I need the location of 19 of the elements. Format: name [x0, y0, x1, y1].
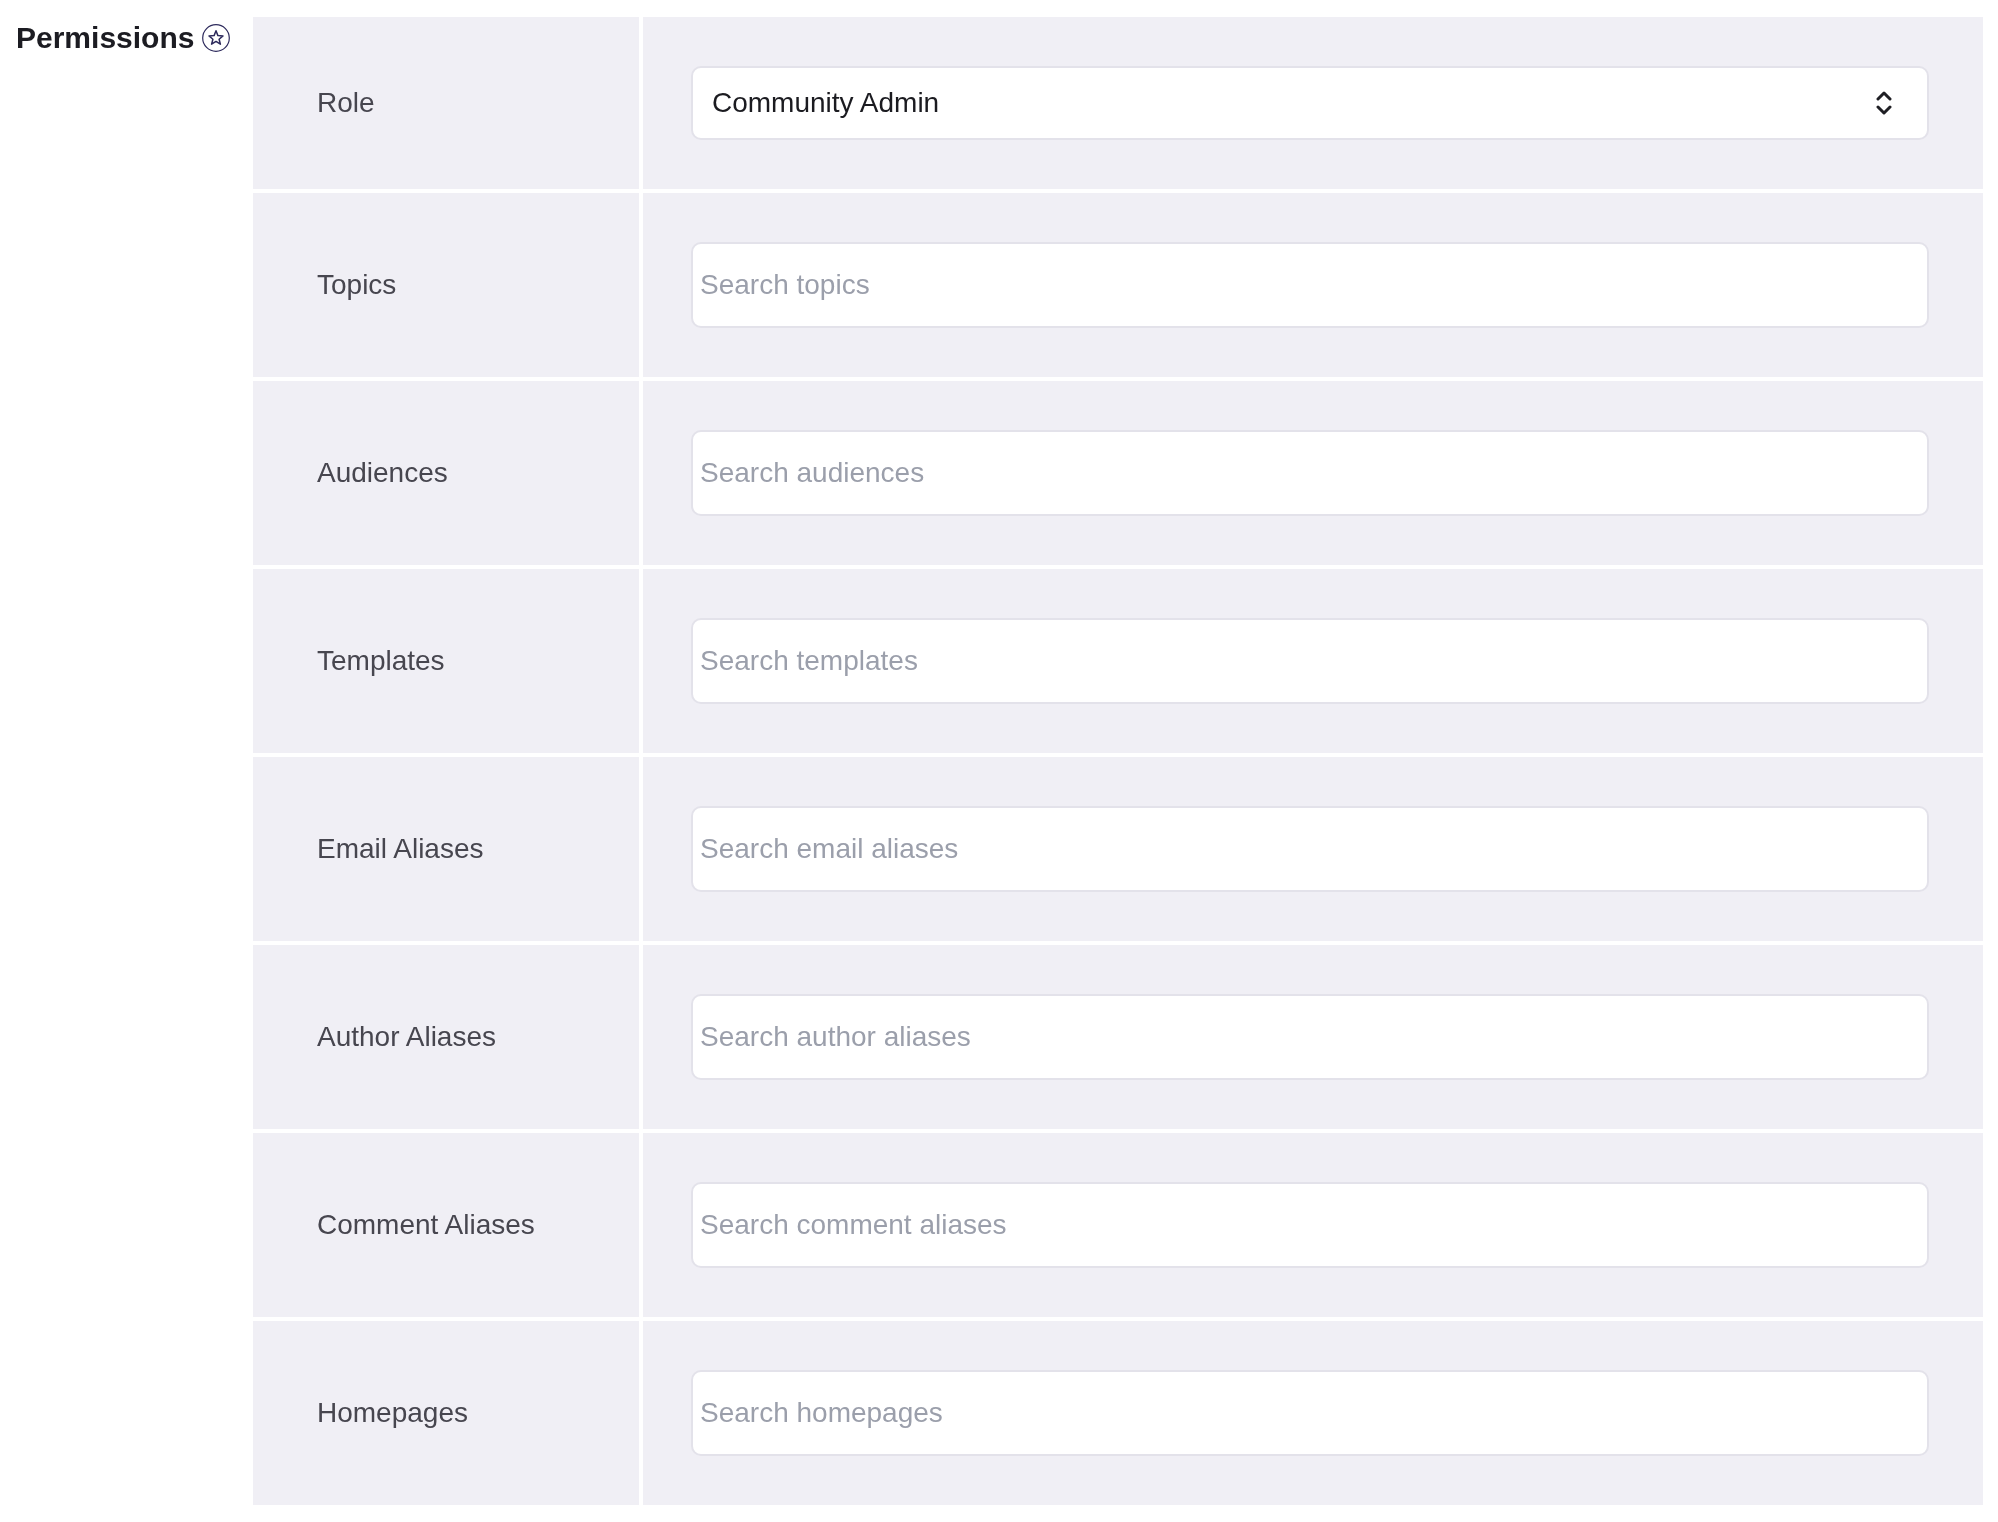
search-field[interactable]: Search templates: [691, 618, 1929, 704]
chevron-up-down-icon: [1876, 89, 1892, 117]
search-field[interactable]: Search topics: [691, 242, 1929, 328]
field-label: Comment Aliases: [317, 1208, 535, 1242]
role-select[interactable]: Community Admin: [691, 66, 1929, 140]
field-label: Topics: [317, 268, 397, 302]
field-label: Homepages: [317, 1396, 468, 1430]
field-label: Templates: [317, 644, 445, 678]
section-title: Permissions: [16, 20, 195, 56]
search-field[interactable]: Search comment aliases: [691, 1182, 1929, 1268]
search-field[interactable]: Search homepages: [691, 1370, 1929, 1456]
field-label: Author Aliases: [317, 1020, 496, 1054]
star-circle-icon: [202, 24, 231, 52]
field-label: Role: [317, 86, 375, 120]
field-label: Email Aliases: [317, 832, 484, 866]
search-field[interactable]: Search audiences: [691, 430, 1929, 516]
search-field[interactable]: Search author aliases: [691, 994, 1929, 1080]
field-label: Audiences: [317, 456, 448, 490]
search-field[interactable]: Search email aliases: [691, 806, 1929, 892]
